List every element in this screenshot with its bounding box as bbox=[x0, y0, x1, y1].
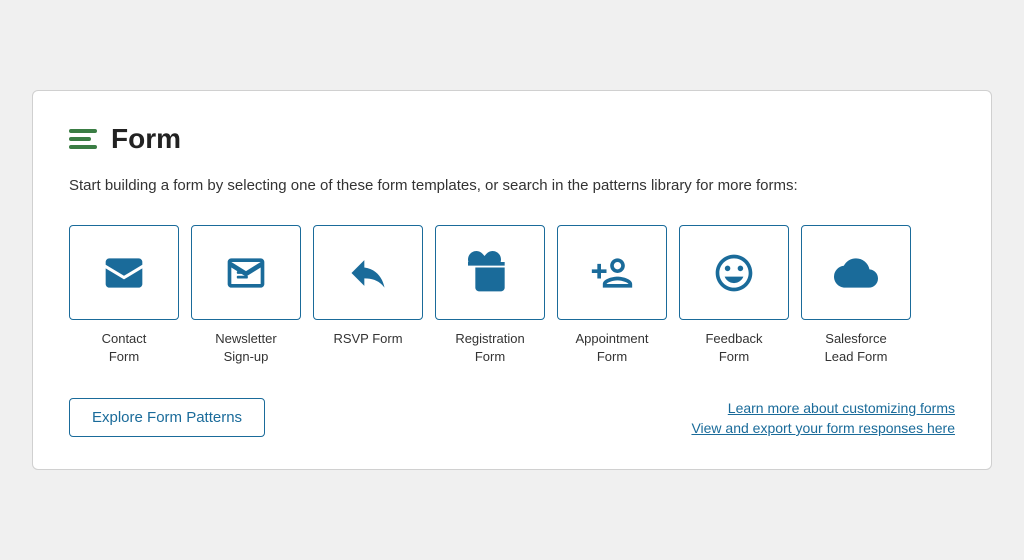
template-newsletter[interactable]: NewsletterSign-up bbox=[191, 225, 301, 366]
template-feedback[interactable]: FeedbackForm bbox=[679, 225, 789, 366]
reply-icon bbox=[346, 251, 390, 295]
user-plus-icon bbox=[590, 251, 634, 295]
template-rsvp[interactable]: RSVP Form bbox=[313, 225, 423, 366]
envelope-letter-icon bbox=[224, 251, 268, 295]
smiley-icon bbox=[712, 251, 756, 295]
template-salesforce[interactable]: SalesforceLead Form bbox=[801, 225, 911, 366]
form-lines-icon bbox=[69, 129, 97, 149]
main-card: Form Start building a form by selecting … bbox=[32, 90, 992, 471]
template-box-newsletter[interactable] bbox=[191, 225, 301, 320]
templates-row: ContactForm NewsletterSign-up RSVP Form bbox=[69, 225, 955, 366]
template-box-appointment[interactable] bbox=[557, 225, 667, 320]
template-label-salesforce: SalesforceLead Form bbox=[825, 330, 888, 366]
footer: Explore Form Patterns Learn more about c… bbox=[69, 398, 955, 437]
template-registration[interactable]: RegistrationForm bbox=[435, 225, 545, 366]
template-box-rsvp[interactable] bbox=[313, 225, 423, 320]
template-appointment[interactable]: AppointmentForm bbox=[557, 225, 667, 366]
explore-patterns-button[interactable]: Explore Form Patterns bbox=[69, 398, 265, 437]
registration-icon bbox=[468, 251, 512, 295]
template-box-registration[interactable] bbox=[435, 225, 545, 320]
template-label-feedback: FeedbackForm bbox=[705, 330, 762, 366]
template-contact[interactable]: ContactForm bbox=[69, 225, 179, 366]
template-label-rsvp: RSVP Form bbox=[333, 330, 402, 348]
view-export-link[interactable]: View and export your form responses here bbox=[691, 420, 955, 436]
footer-links: Learn more about customizing forms View … bbox=[691, 400, 955, 436]
template-label-newsletter: NewsletterSign-up bbox=[215, 330, 276, 366]
template-label-appointment: AppointmentForm bbox=[576, 330, 649, 366]
template-label-registration: RegistrationForm bbox=[455, 330, 524, 366]
learn-more-link[interactable]: Learn more about customizing forms bbox=[728, 400, 955, 416]
template-box-salesforce[interactable] bbox=[801, 225, 911, 320]
page-title: Form bbox=[111, 123, 181, 155]
header: Form bbox=[69, 123, 955, 155]
cloud-icon bbox=[834, 251, 878, 295]
envelope-open-icon bbox=[102, 251, 146, 295]
template-box-feedback[interactable] bbox=[679, 225, 789, 320]
template-box-contact[interactable] bbox=[69, 225, 179, 320]
subtitle-text: Start building a form by selecting one o… bbox=[69, 175, 955, 198]
template-label-contact: ContactForm bbox=[102, 330, 147, 366]
